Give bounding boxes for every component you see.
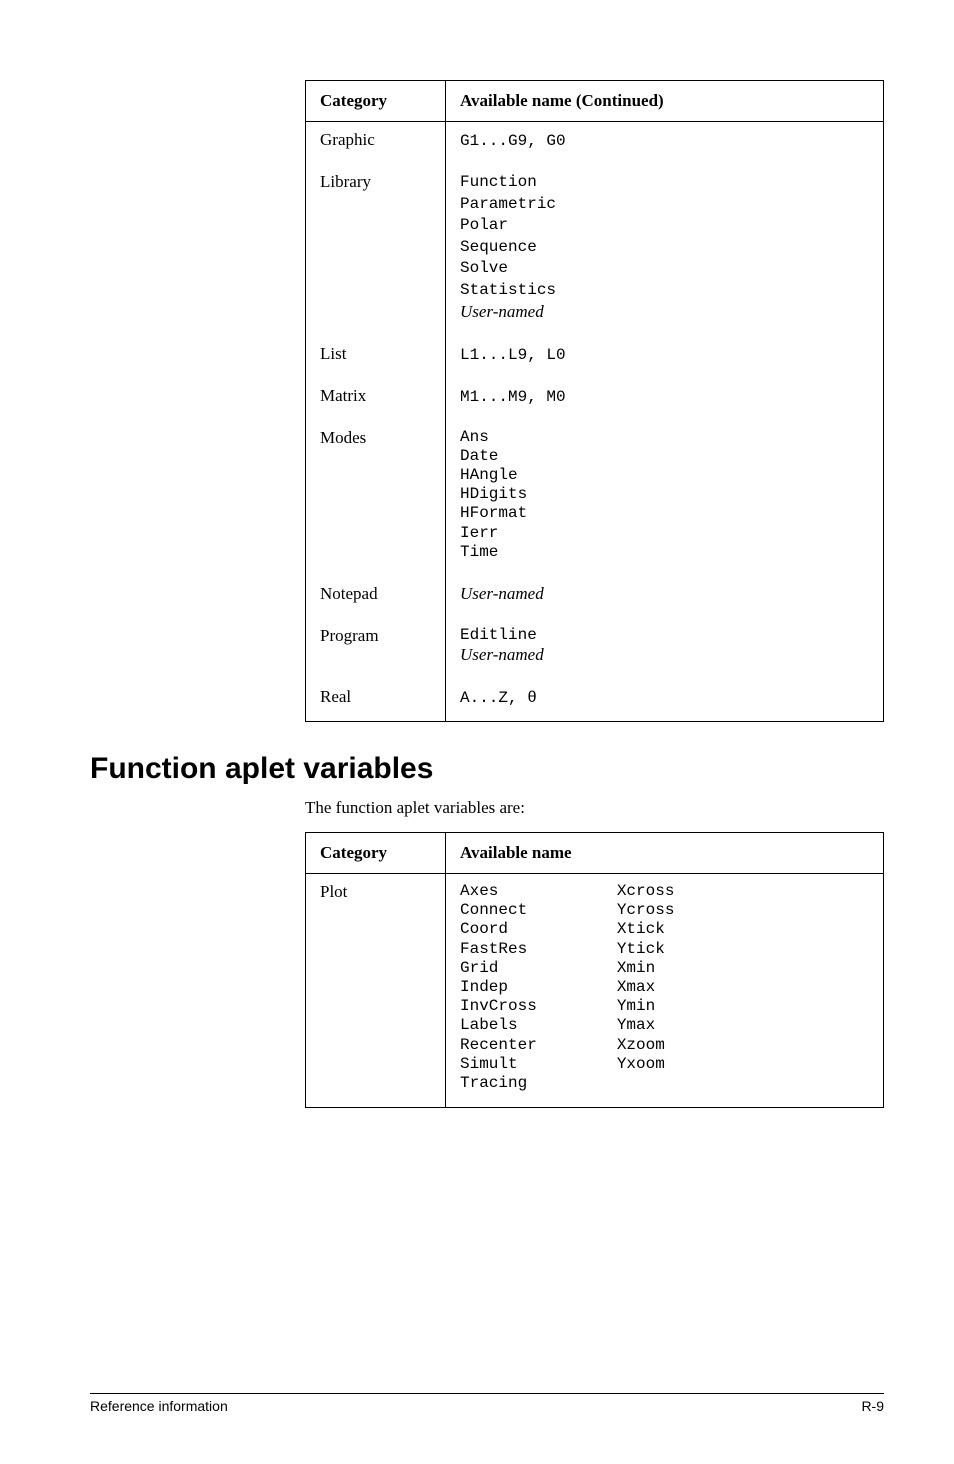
table2-container: Category Available name Plot Axes Connec… (305, 832, 884, 1108)
footer-right: R-9 (861, 1398, 884, 1414)
table1: Category Available name (Continued) Grap… (305, 80, 884, 722)
table1-row-category: Real (306, 679, 446, 722)
page-footer: Reference information R-9 (90, 1393, 884, 1414)
table1-row-category: Library (306, 164, 446, 336)
table1-row-category: Matrix (306, 378, 446, 420)
section-heading: Function aplet variables (90, 752, 884, 786)
table2-header-category: Category (306, 833, 446, 874)
table2-header-available: Available name (446, 833, 884, 874)
table1-container: Category Available name (Continued) Grap… (305, 80, 884, 722)
table1-row-content: User-named (446, 576, 884, 618)
table1-row-category: Program (306, 618, 446, 679)
table1-header-category: Category (306, 81, 446, 122)
footer-left: Reference information (90, 1398, 228, 1414)
table1-row-category: Notepad (306, 576, 446, 618)
table1-row-category: Modes (306, 420, 446, 576)
table2-row-category: Plot (306, 874, 446, 1108)
table1-header-available: Available name (Continued) (446, 81, 884, 122)
table1-row-content: Function Parametric Polar Sequence Solve… (446, 164, 884, 336)
table1-row-content: Ans Date HAngle HDigits HFormat Ierr Tim… (446, 420, 884, 576)
table2-row-content: Axes Connect Coord FastRes Grid Indep In… (446, 874, 884, 1108)
intro-text: The function aplet variables are: (305, 798, 884, 818)
table1-row-content: M1...M9, M0 (446, 378, 884, 420)
table1-row-content: G1...G9, G0 (446, 122, 884, 165)
table1-row-category: Graphic (306, 122, 446, 165)
table1-row-content: A...Z, θ (446, 679, 884, 722)
table1-row-category: List (306, 336, 446, 378)
table1-row-content: L1...L9, L0 (446, 336, 884, 378)
table2: Category Available name Plot Axes Connec… (305, 832, 884, 1108)
table1-row-content: Editline User-named (446, 618, 884, 679)
